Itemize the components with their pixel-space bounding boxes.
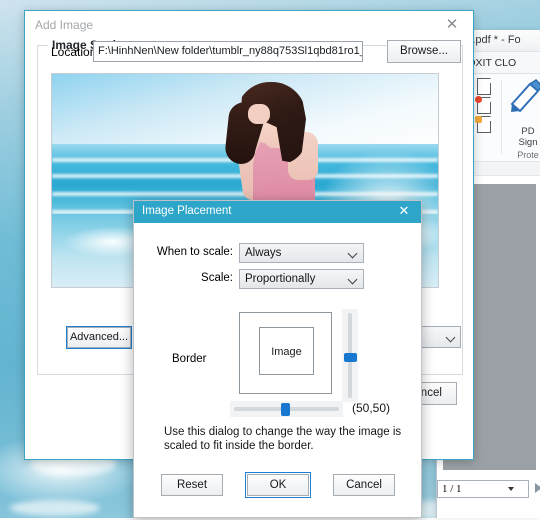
- vertical-slider-thumb[interactable]: [344, 353, 357, 362]
- add-image-title-bar: Add Image ✕: [25, 11, 473, 39]
- advanced-button[interactable]: Advanced...: [66, 326, 132, 349]
- next-page-button[interactable]: [535, 483, 540, 493]
- when-to-scale-label: When to scale:: [156, 246, 233, 258]
- chevron-down-icon[interactable]: [347, 248, 358, 259]
- photo-woman-hand: [248, 104, 270, 124]
- reset-button[interactable]: Reset: [161, 474, 223, 496]
- close-icon[interactable]: ✕: [431, 11, 473, 38]
- scale-select[interactable]: Proportionally: [239, 269, 364, 289]
- foam-decoration: [10, 500, 100, 516]
- image-preview-placeholder: Image: [259, 327, 314, 375]
- when-to-scale-value: Always: [245, 247, 282, 259]
- chevron-down-icon[interactable]: [445, 332, 456, 343]
- scale-label: Scale:: [201, 272, 233, 284]
- foxit-status-bar[interactable]: 1 / 1: [437, 476, 540, 518]
- ribbon-caption-protect: Prote: [517, 150, 539, 160]
- chevron-down-icon[interactable]: [508, 487, 514, 491]
- horizontal-slider-thumb[interactable]: [281, 403, 290, 416]
- combine-files-icon: [477, 78, 491, 95]
- scale-value: Proportionally: [245, 273, 316, 285]
- pdf-sign-icon[interactable]: [505, 78, 540, 126]
- image-placement-dialog[interactable]: Image Placement ✕ When to scale: Always …: [133, 200, 422, 518]
- pen-signature-icon: [510, 78, 540, 113]
- image-placement-title: Image Placement: [142, 205, 232, 217]
- horizontal-position-slider[interactable]: [230, 401, 343, 417]
- vertical-position-slider[interactable]: [342, 309, 358, 402]
- ribbon-label-pdf: PD: [521, 126, 535, 137]
- cancel-button[interactable]: Cancel: [333, 474, 395, 496]
- border-preview-box: Image: [239, 312, 332, 394]
- chevron-down-icon[interactable]: [347, 274, 358, 285]
- page-number-input[interactable]: 1 / 1: [437, 480, 529, 498]
- ribbon-group-protect[interactable]: PD Sign Prote: [505, 78, 540, 160]
- ribbon-label-sign: Sign: [518, 137, 538, 148]
- coordinates-readout: (50,50): [352, 401, 391, 415]
- border-label: Border: [172, 353, 207, 365]
- when-to-scale-select[interactable]: Always: [239, 243, 364, 263]
- image-placement-title-bar: Image Placement ✕: [134, 201, 421, 223]
- page-number-value: 1 / 1: [442, 483, 462, 495]
- add-image-title: Add Image: [35, 18, 94, 32]
- location-input[interactable]: F:\HinhNen\New folder\tumblr_ny88q753Sl1…: [93, 41, 363, 62]
- ribbon-separator: [501, 80, 502, 154]
- ribbon-small-icons[interactable]: [475, 78, 497, 134]
- dialog-description: Use this dialog to change the way the im…: [164, 426, 402, 452]
- ok-button[interactable]: OK: [245, 472, 311, 498]
- close-icon[interactable]: ✕: [387, 201, 421, 223]
- browse-button[interactable]: Browse...: [387, 40, 461, 63]
